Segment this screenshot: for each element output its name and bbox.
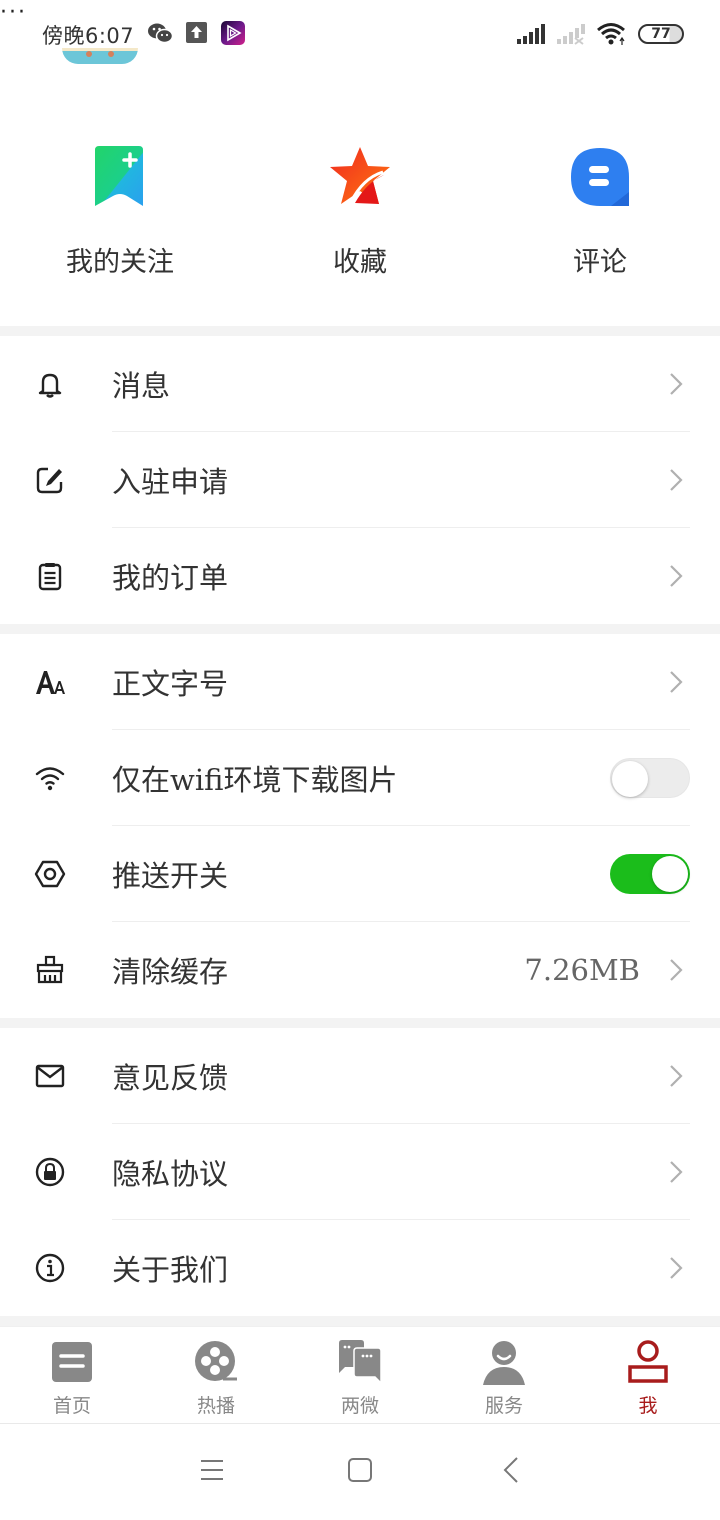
- star-icon: [330, 147, 390, 204]
- tab-home[interactable]: 首页: [0, 1327, 144, 1423]
- menu-item-label: 清除缓存: [112, 955, 229, 989]
- section-divider: [0, 326, 720, 336]
- chevron-right-icon: [670, 565, 683, 587]
- menu-item-messages[interactable]: 消息: [0, 336, 720, 432]
- lock-icon: [35, 1157, 65, 1187]
- menu-item-orders[interactable]: 我的订单: [0, 528, 720, 624]
- tab-label: 我: [638, 1395, 658, 1417]
- bookmark-plus-icon: [95, 146, 143, 206]
- bell-icon: [38, 373, 62, 398]
- quick-action-label: 我的关注: [66, 247, 174, 278]
- menu-icon[interactable]: [197, 1455, 227, 1485]
- upload-icon: [186, 22, 207, 43]
- wifi-status-icon: [597, 23, 625, 45]
- broom-icon: [36, 955, 64, 984]
- signal-sim1-icon: [517, 24, 545, 44]
- chevron-right-icon: [670, 1257, 683, 1279]
- chevron-right-icon: [670, 1065, 683, 1087]
- avatar[interactable]: [62, 48, 138, 64]
- menu-item-label: 正文字号: [112, 667, 229, 701]
- battery-level: 77: [651, 26, 671, 42]
- wifi-images-toggle[interactable]: [610, 758, 690, 798]
- tab-hot[interactable]: 热播: [144, 1327, 288, 1423]
- menu-item-about[interactable]: 关于我们: [0, 1220, 720, 1316]
- menu-group-about: 意见反馈 隐私协议 关于我们: [0, 1028, 720, 1316]
- menu-item-label: 消息: [112, 369, 171, 403]
- chevron-right-icon: [670, 671, 683, 693]
- menu-group-settings: 正文字号 仅在wifi环境下载图片 推送开关 清除缓存 7.26MB: [0, 634, 720, 1018]
- toggle-knob: [612, 761, 648, 797]
- tab-label: 两微: [340, 1395, 379, 1417]
- home-icon[interactable]: [345, 1455, 375, 1485]
- toggle-knob: [652, 856, 688, 892]
- section-divider: [0, 1018, 720, 1028]
- hexagon-icon: [34, 860, 66, 888]
- film-reel-icon: [195, 1341, 237, 1381]
- clipboard-icon: [38, 563, 62, 591]
- quick-actions: 我的关注 收藏 评论: [0, 130, 720, 320]
- system-nav-bar: [0, 1425, 720, 1520]
- tab-weibo-wechat[interactable]: 两微: [288, 1327, 432, 1423]
- menu-item-feedback[interactable]: 意见反馈: [0, 1028, 720, 1124]
- wifi-icon: [35, 767, 65, 791]
- profile-icon: [628, 1340, 668, 1383]
- section-divider: [0, 624, 720, 634]
- menu-item-wifi-images: 仅在wifi环境下载图片: [0, 730, 720, 826]
- back-icon[interactable]: [497, 1455, 527, 1485]
- comment-icon: [571, 148, 629, 206]
- menu-item-label: 隐私协议: [112, 1157, 229, 1191]
- tab-me[interactable]: 我: [576, 1327, 720, 1423]
- info-icon: [35, 1253, 65, 1283]
- menu-item-privacy[interactable]: 隐私协议: [0, 1124, 720, 1220]
- menu-item-label: 我的订单: [112, 561, 229, 595]
- quick-action-favorites[interactable]: 收藏: [240, 130, 480, 320]
- tab-label: 首页: [52, 1395, 91, 1417]
- person-service-icon: [483, 1341, 525, 1385]
- quick-action-label: 收藏: [333, 247, 387, 278]
- chevron-right-icon: [670, 373, 683, 395]
- section-divider: [0, 1316, 720, 1326]
- status-time: 傍晚6:07: [42, 24, 135, 48]
- push-toggle[interactable]: [610, 854, 690, 894]
- signal-sim2-icon: [557, 24, 585, 45]
- wechat-icon: [148, 23, 173, 44]
- chevron-right-icon: [670, 959, 683, 981]
- quick-action-label: 评论: [573, 247, 627, 278]
- battery-indicator: 77: [638, 24, 684, 44]
- video-app-icon: [221, 21, 245, 45]
- tab-label: 服务: [484, 1395, 523, 1417]
- news-icon: [52, 1342, 92, 1382]
- quick-action-comments[interactable]: 评论: [480, 130, 720, 320]
- chevron-right-icon: [670, 1161, 683, 1183]
- tab-service[interactable]: 服务: [432, 1327, 576, 1423]
- quick-action-follow[interactable]: 我的关注: [0, 130, 240, 320]
- chat-bubbles-icon: [339, 1340, 382, 1385]
- tab-label: 热播: [196, 1395, 235, 1417]
- menu-item-apply[interactable]: 入驻申请: [0, 432, 720, 528]
- mail-icon: [35, 1064, 65, 1088]
- menu-item-label: 关于我们: [112, 1253, 229, 1287]
- bottom-tab-bar: 首页 热播 两微 服务 我: [0, 1326, 720, 1424]
- menu-item-label: 推送开关: [112, 859, 229, 893]
- menu-item-font-size[interactable]: 正文字号: [0, 634, 720, 730]
- menu-group-account: 消息 入驻申请 我的订单: [0, 336, 720, 624]
- chevron-right-icon: [670, 469, 683, 491]
- menu-item-clear-cache[interactable]: 清除缓存 7.26MB: [0, 922, 720, 1018]
- menu-item-label: 入驻申请: [112, 465, 229, 499]
- menu-item-label: 意见反馈: [112, 1061, 229, 1095]
- menu-item-label: 仅在wifi环境下载图片: [112, 763, 398, 797]
- cache-size: 7.26MB: [524, 953, 640, 987]
- menu-item-push: 推送开关: [0, 826, 720, 922]
- more-notifications-icon: ···: [0, 0, 27, 25]
- font-size-icon: [36, 671, 65, 694]
- edit-icon: [36, 467, 63, 494]
